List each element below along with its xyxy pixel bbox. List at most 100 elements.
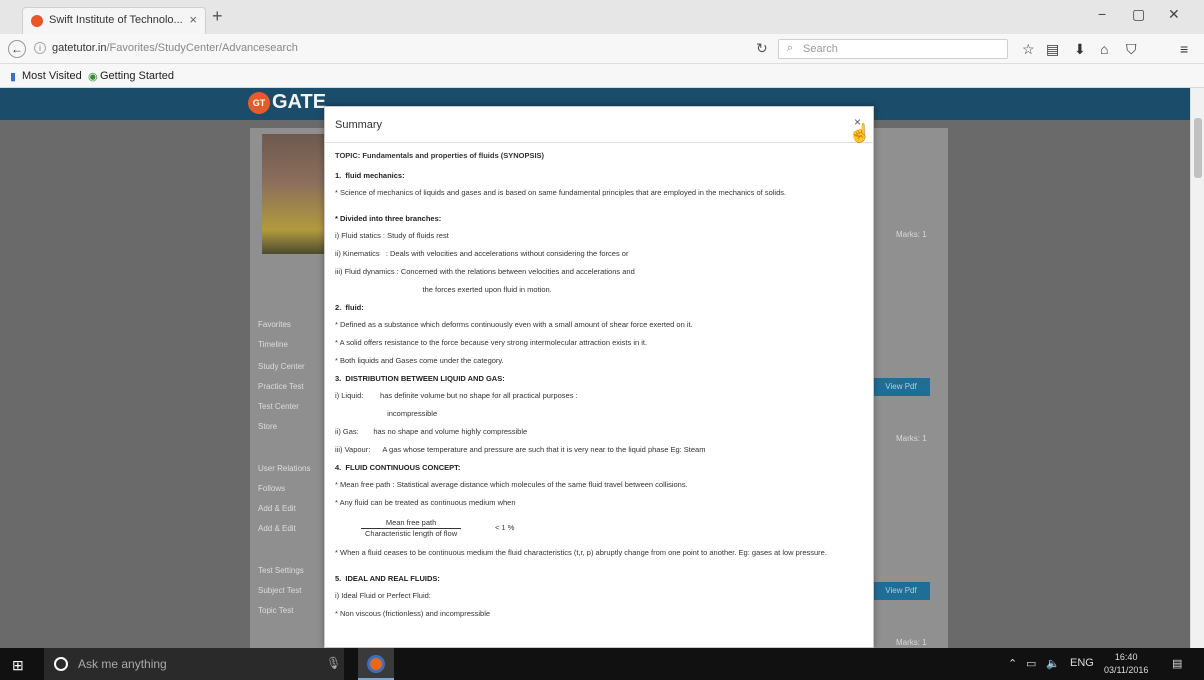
site-favicon-icon bbox=[31, 15, 43, 27]
tab-title: Swift Institute of Technolo... bbox=[49, 14, 183, 26]
right-panel: Marks: 1 View Pdf Marks: 1 View Pdf Mark… bbox=[868, 128, 948, 648]
summary-line: * A solid offers resistance to the force… bbox=[335, 338, 648, 347]
fraction-denominator: Characteristic length of flow bbox=[365, 529, 458, 538]
download-icon[interactable]: ⬇ bbox=[1074, 41, 1086, 58]
summary-line: i) Fluid statics : Study of fluids rest bbox=[335, 231, 449, 240]
firefox-taskbar-button[interactable] bbox=[358, 648, 394, 680]
section-heading: 2. fluid: bbox=[335, 303, 364, 312]
cortana-placeholder: Ask me anything bbox=[78, 657, 167, 671]
summary-line: iii) Fluid dynamics : Concerned with the… bbox=[335, 267, 635, 276]
summary-line: ii) Gas: has no shape and volume highly … bbox=[335, 427, 528, 436]
bookmark-most-visited[interactable]: Most Visited bbox=[22, 70, 82, 82]
notifications-icon[interactable]: ▤ bbox=[1172, 657, 1182, 670]
minimize-button[interactable]: − bbox=[1098, 6, 1106, 22]
summary-line: iii) Vapour: A gas whose temperature and… bbox=[335, 445, 706, 454]
summary-line: * When a fluid ceases to be continuous m… bbox=[335, 548, 827, 557]
show-hidden-icons-icon[interactable]: ⌃ bbox=[1008, 657, 1017, 670]
cortana-search[interactable]: Ask me anything bbox=[44, 648, 344, 680]
clock-date: 03/11/2016 bbox=[1104, 665, 1149, 675]
modal-title: Summary bbox=[335, 119, 383, 131]
reload-icon[interactable]: ↻ bbox=[756, 40, 768, 57]
summary-line: * Science of mechanics of liquids and ga… bbox=[335, 188, 787, 197]
search-icon: ⌕ bbox=[787, 42, 794, 54]
sidebar-item[interactable]: Test Center bbox=[258, 402, 299, 411]
summary-line: * Non viscous (frictionless) and incompr… bbox=[335, 609, 491, 618]
summary-line: * Both liquids and Gases come under the … bbox=[335, 356, 504, 365]
summary-modal: Summary × ☝ TOPIC: Fundamentals and prop… bbox=[324, 106, 874, 648]
section-heading: 3. DISTRIBUTION BETWEEN LIQUID AND GAS: bbox=[335, 374, 505, 383]
close-window-button[interactable]: ✕ bbox=[1168, 6, 1180, 23]
site-logo[interactable]: GATE bbox=[272, 91, 326, 114]
firefox-icon bbox=[367, 655, 385, 673]
language-indicator[interactable]: ENG bbox=[1070, 657, 1094, 669]
summary-line: ii) Kinematics : Deals with velocities a… bbox=[335, 249, 629, 258]
cortana-icon bbox=[54, 657, 68, 671]
sidebar-item[interactable]: Practice Test bbox=[258, 382, 304, 391]
clock-time: 16:40 bbox=[1114, 652, 1138, 662]
profile-photo bbox=[262, 134, 324, 254]
summary-line: the forces exerted upon fluid in motion. bbox=[335, 285, 552, 294]
marks-label: Marks: 1 bbox=[896, 434, 927, 443]
browser-navbar: ← i gatetutor.in/Favorites/StudyCenter/A… bbox=[0, 34, 1204, 64]
url-path: /Favorites/StudyCenter/Advancesearch bbox=[106, 42, 298, 54]
fraction-rhs: < 1 % bbox=[495, 523, 515, 532]
marks-label: Marks: 1 bbox=[896, 230, 927, 239]
browser-tab-strip: Swift Institute of Technolo... × + − ▢ ✕ bbox=[0, 0, 1204, 34]
network-icon[interactable]: ▭ bbox=[1026, 657, 1036, 670]
summary-line: * Mean free path : Statistical average d… bbox=[335, 480, 688, 489]
fraction-formula: Mean free path Characteristic length of f… bbox=[361, 518, 462, 539]
section-heading: 1. fluid mechanics: bbox=[335, 171, 405, 180]
sidebar-item[interactable]: Add & Edit bbox=[258, 524, 296, 533]
sidebar-item[interactable]: Timeline bbox=[258, 340, 288, 349]
page-scrollbar[interactable] bbox=[1190, 88, 1204, 648]
home-icon[interactable]: ⌂ bbox=[1100, 41, 1108, 57]
sidebar-item[interactable]: Topic Test bbox=[258, 606, 293, 615]
left-sidebar: Favorites Timeline Study Center Practice… bbox=[250, 128, 330, 648]
view-pdf-button[interactable]: View Pdf bbox=[872, 582, 930, 600]
taskbar: ⊞ Ask me anything 🎙 ⌃ ▭ 🔈 ENG 16:40 03/1… bbox=[0, 648, 1204, 680]
bookmarks-toolbar: ▮ Most Visited ◉ Getting Started bbox=[0, 64, 1204, 88]
scrollbar-thumb[interactable] bbox=[1194, 118, 1202, 178]
clock[interactable]: 16:40 03/11/2016 bbox=[1104, 651, 1148, 677]
sidebar-item[interactable]: Add & Edit bbox=[258, 504, 296, 513]
new-tab-button[interactable]: + bbox=[212, 6, 223, 27]
pocket-icon[interactable]: ⛉ bbox=[1126, 41, 1137, 58]
hand-cursor-icon: ☝ bbox=[848, 123, 871, 143]
bookmark-star-icon[interactable]: ☆ bbox=[1022, 41, 1035, 58]
section-heading: 5. IDEAL AND REAL FLUIDS: bbox=[335, 574, 440, 583]
maximize-button[interactable]: ▢ bbox=[1132, 6, 1145, 23]
sidebar-item[interactable]: Store bbox=[258, 422, 277, 431]
globe-icon: ◉ bbox=[88, 71, 98, 83]
sidebar-item[interactable]: Follows bbox=[258, 484, 285, 493]
summary-line: * Any fluid can be treated as continuous… bbox=[335, 498, 516, 507]
volume-icon[interactable]: 🔈 bbox=[1046, 657, 1060, 670]
back-arrow-icon[interactable]: ← bbox=[8, 40, 26, 58]
folder-icon: ▮ bbox=[10, 71, 17, 83]
url-domain: gatetutor.in bbox=[52, 42, 107, 54]
browser-tab[interactable]: Swift Institute of Technolo... × bbox=[22, 7, 206, 34]
section-heading: * Divided into three branches: bbox=[335, 214, 442, 223]
sidebar-item[interactable]: Study Center bbox=[258, 362, 305, 371]
logo-badge: GT bbox=[248, 92, 270, 114]
summary-line: incompressible bbox=[335, 409, 438, 418]
microphone-icon[interactable]: 🎙 bbox=[326, 656, 341, 670]
summary-line: * Defined as a substance which deforms c… bbox=[335, 320, 693, 329]
sidebar-heading: Test Settings bbox=[258, 566, 304, 575]
marks-label: Marks: 1 bbox=[896, 638, 927, 647]
sidebar-item[interactable]: Subject Test bbox=[258, 586, 301, 595]
section-heading: 4. FLUID CONTINUOUS CONCEPT: bbox=[335, 463, 461, 472]
search-placeholder: Search bbox=[803, 43, 838, 55]
summary-line: i) Ideal Fluid or Perfect Fluid: bbox=[335, 591, 431, 600]
search-input[interactable]: ⌕ Search bbox=[778, 39, 1008, 59]
close-tab-icon[interactable]: × bbox=[189, 12, 197, 27]
sidebar-heading: User Relations bbox=[258, 464, 311, 473]
menu-icon[interactable]: ≡ bbox=[1180, 41, 1188, 57]
topic-line: TOPIC: Fundamentals and properties of fl… bbox=[335, 151, 545, 160]
view-pdf-button[interactable]: View Pdf bbox=[872, 378, 930, 396]
bookmark-getting-started[interactable]: Getting Started bbox=[100, 70, 174, 82]
clipboard-icon[interactable]: ▤ bbox=[1046, 41, 1059, 58]
url-bar[interactable]: gatetutor.in/Favorites/StudyCenter/Advan… bbox=[52, 42, 298, 54]
sidebar-heading: Favorites bbox=[258, 320, 291, 329]
site-info-icon[interactable]: i bbox=[34, 42, 46, 54]
windows-start-icon[interactable]: ⊞ bbox=[12, 657, 24, 674]
